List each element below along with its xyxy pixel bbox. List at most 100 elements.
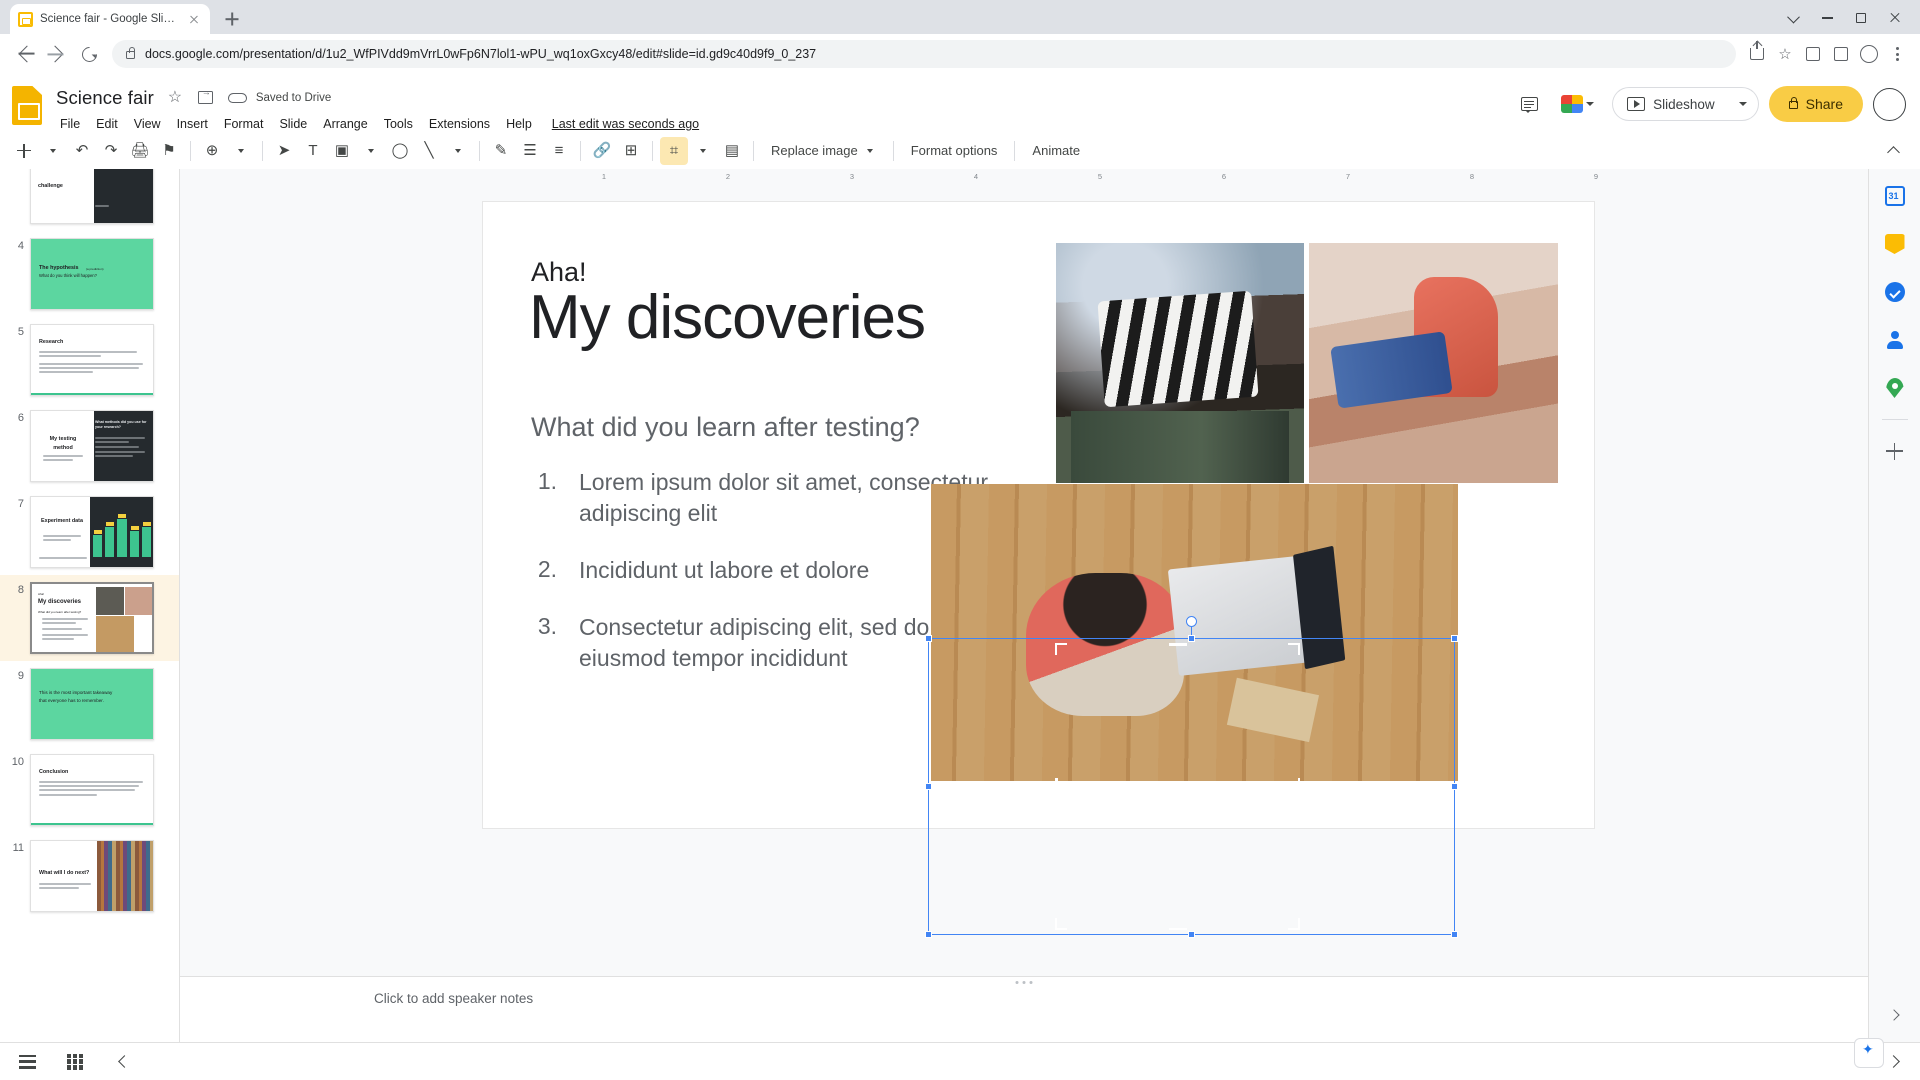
contacts-icon[interactable]	[1878, 323, 1912, 357]
line-options-button[interactable]	[444, 137, 472, 165]
get-addons-icon[interactable]	[1878, 434, 1912, 468]
filmstrip-slide-6[interactable]: 6 My testing method What methods did you…	[0, 403, 179, 489]
crop-options-button[interactable]	[689, 137, 717, 165]
animate-button[interactable]: Animate	[1022, 137, 1090, 165]
menu-arrange[interactable]: Arrange	[315, 114, 375, 134]
menu-insert[interactable]: Insert	[169, 114, 216, 134]
forward-button[interactable]	[42, 39, 72, 69]
window-close-button[interactable]	[1878, 6, 1912, 30]
comment-history-icon[interactable]	[1515, 90, 1543, 118]
crop-handle-n[interactable]	[1168, 643, 1187, 646]
slideshow-options-button[interactable]	[1728, 87, 1759, 121]
resize-handle-e[interactable]	[1451, 782, 1458, 790]
insert-image-button[interactable]: ▣	[328, 137, 356, 165]
crop-handle-nw[interactable]	[1055, 643, 1067, 655]
textbox-button[interactable]: T	[299, 137, 327, 165]
line-spacing-button[interactable]: ≡	[545, 137, 573, 165]
resize-handle-s[interactable]	[1187, 931, 1195, 938]
grid-view-icon[interactable]	[62, 1049, 88, 1075]
shape-button[interactable]: ◯	[386, 137, 414, 165]
maximize-button[interactable]	[1844, 6, 1878, 30]
slide-thumbnail[interactable]: The hypothesis (a prediction) What do yo…	[30, 238, 154, 310]
align-button[interactable]: ☰	[516, 137, 544, 165]
minimize-button[interactable]	[1810, 6, 1844, 30]
filmstrip-slide-8[interactable]: 8 Aha! My discoveries What did you learn…	[0, 575, 179, 661]
print-button[interactable]: 🖨	[126, 137, 154, 165]
resize-handle-sw[interactable]	[925, 931, 932, 938]
avatar[interactable]	[1873, 87, 1906, 121]
format-options-button[interactable]: Format options	[901, 137, 1008, 165]
slideshow-button[interactable]: Slideshow	[1612, 87, 1729, 121]
slide-stage[interactable]: Aha! My discoveries What did you learn a…	[180, 183, 1868, 976]
line-button[interactable]: ╲	[415, 137, 443, 165]
browser-menu-icon[interactable]	[1884, 41, 1910, 67]
reload-button[interactable]	[74, 39, 104, 69]
crop-frame[interactable]	[1055, 643, 1300, 930]
browser-tab[interactable]: Science fair - Google Slides	[10, 4, 210, 34]
new-tab-button[interactable]	[218, 5, 246, 33]
resize-handle-w[interactable]	[925, 782, 932, 790]
slide-thumbnail[interactable]: challenge go investigate	[30, 169, 154, 224]
soldering-photo[interactable]	[1056, 243, 1304, 483]
move-to-folder-icon[interactable]	[196, 87, 216, 108]
resize-handle-nw[interactable]	[925, 635, 932, 642]
back-button[interactable]	[10, 39, 40, 69]
document-title[interactable]: Science fair	[56, 87, 154, 109]
share-button[interactable]: Share	[1768, 86, 1863, 122]
insert-link-button[interactable]: 🔗	[588, 137, 616, 165]
undo-button[interactable]: ↶	[68, 137, 96, 165]
replace-image-button[interactable]: Replace image	[761, 137, 886, 165]
add-comment-button[interactable]: ⊞	[617, 137, 645, 165]
paint-format-button[interactable]: ⚑	[155, 137, 183, 165]
last-edit-link[interactable]: Last edit was seconds ago	[552, 117, 699, 131]
slide-subtitle[interactable]: What did you learn after testing?	[531, 412, 920, 443]
close-icon[interactable]	[186, 11, 202, 27]
slide-thumbnail[interactable]: What will I do next?	[30, 840, 154, 912]
filmstrip-slide-11[interactable]: 11 What will I do next?	[0, 833, 179, 919]
share-icon[interactable]	[1744, 41, 1770, 67]
menu-format[interactable]: Format	[216, 114, 272, 134]
slide-thumbnail[interactable]: Research	[30, 324, 154, 396]
slide-thumbnail[interactable]: This is the most important takeaway that…	[30, 668, 154, 740]
redo-button[interactable]: ↷	[97, 137, 125, 165]
select-tool-button[interactable]: ➤	[270, 137, 298, 165]
zoom-button[interactable]: ⊕	[198, 137, 226, 165]
circuit-photo[interactable]	[1309, 243, 1558, 483]
slide-thumbnail[interactable]: My testing method What methods did you u…	[30, 410, 154, 482]
chevron-down-icon[interactable]	[1776, 6, 1810, 30]
resize-handle-se[interactable]	[1451, 931, 1458, 938]
filmstrip-view-icon[interactable]	[14, 1049, 40, 1075]
menu-edit[interactable]: Edit	[88, 114, 126, 134]
resize-handle-n[interactable]	[1187, 635, 1195, 642]
zoom-options-button[interactable]	[227, 137, 255, 165]
expand-panel-button[interactable]	[1880, 1049, 1906, 1075]
collapse-toolbar-button[interactable]	[1880, 138, 1906, 164]
slide-thumbnail[interactable]: Conclusion	[30, 754, 154, 826]
mask-image-button[interactable]: ▤	[718, 137, 746, 165]
notes-resize-grip[interactable]	[1015, 981, 1033, 984]
filmstrip-slide-5[interactable]: 5 Research	[0, 317, 179, 403]
insert-image-options-button[interactable]	[357, 137, 385, 165]
address-bar[interactable]: docs.google.com/presentation/d/1u2_WfPIV…	[112, 40, 1736, 68]
bookmark-star-icon[interactable]: ☆	[1772, 41, 1798, 67]
puzzle-icon[interactable]	[1828, 41, 1854, 67]
crop-handle-w[interactable]	[1055, 777, 1058, 796]
rotate-handle[interactable]	[1186, 616, 1197, 635]
filmstrip-slide-4[interactable]: 4 The hypothesis (a prediction) What do …	[0, 231, 179, 317]
slides-logo-icon[interactable]	[12, 86, 46, 126]
slide-thumbnail[interactable]: Experiment data	[30, 496, 154, 568]
menu-slide[interactable]: Slide	[271, 114, 315, 134]
keep-icon[interactable]	[1878, 227, 1912, 261]
profile-icon[interactable]	[1856, 41, 1882, 67]
speaker-notes-pane[interactable]: Click to add speaker notes	[180, 976, 1868, 1042]
menu-extensions[interactable]: Extensions	[421, 114, 498, 134]
slide-thumbnail-selected[interactable]: Aha! My discoveries What did you learn a…	[30, 582, 154, 654]
maps-icon[interactable]	[1878, 371, 1912, 405]
filmstrip-slide-3[interactable]: 3 challenge go investigate	[0, 169, 179, 231]
crop-handle-e[interactable]	[1297, 777, 1300, 796]
crop-handle-se[interactable]	[1288, 918, 1300, 930]
crop-image-button[interactable]: ⌗	[660, 136, 688, 165]
resize-handle-ne[interactable]	[1451, 635, 1458, 642]
filmstrip-slide-10[interactable]: 10 Conclusion	[0, 747, 179, 833]
menu-help[interactable]: Help	[498, 114, 540, 134]
